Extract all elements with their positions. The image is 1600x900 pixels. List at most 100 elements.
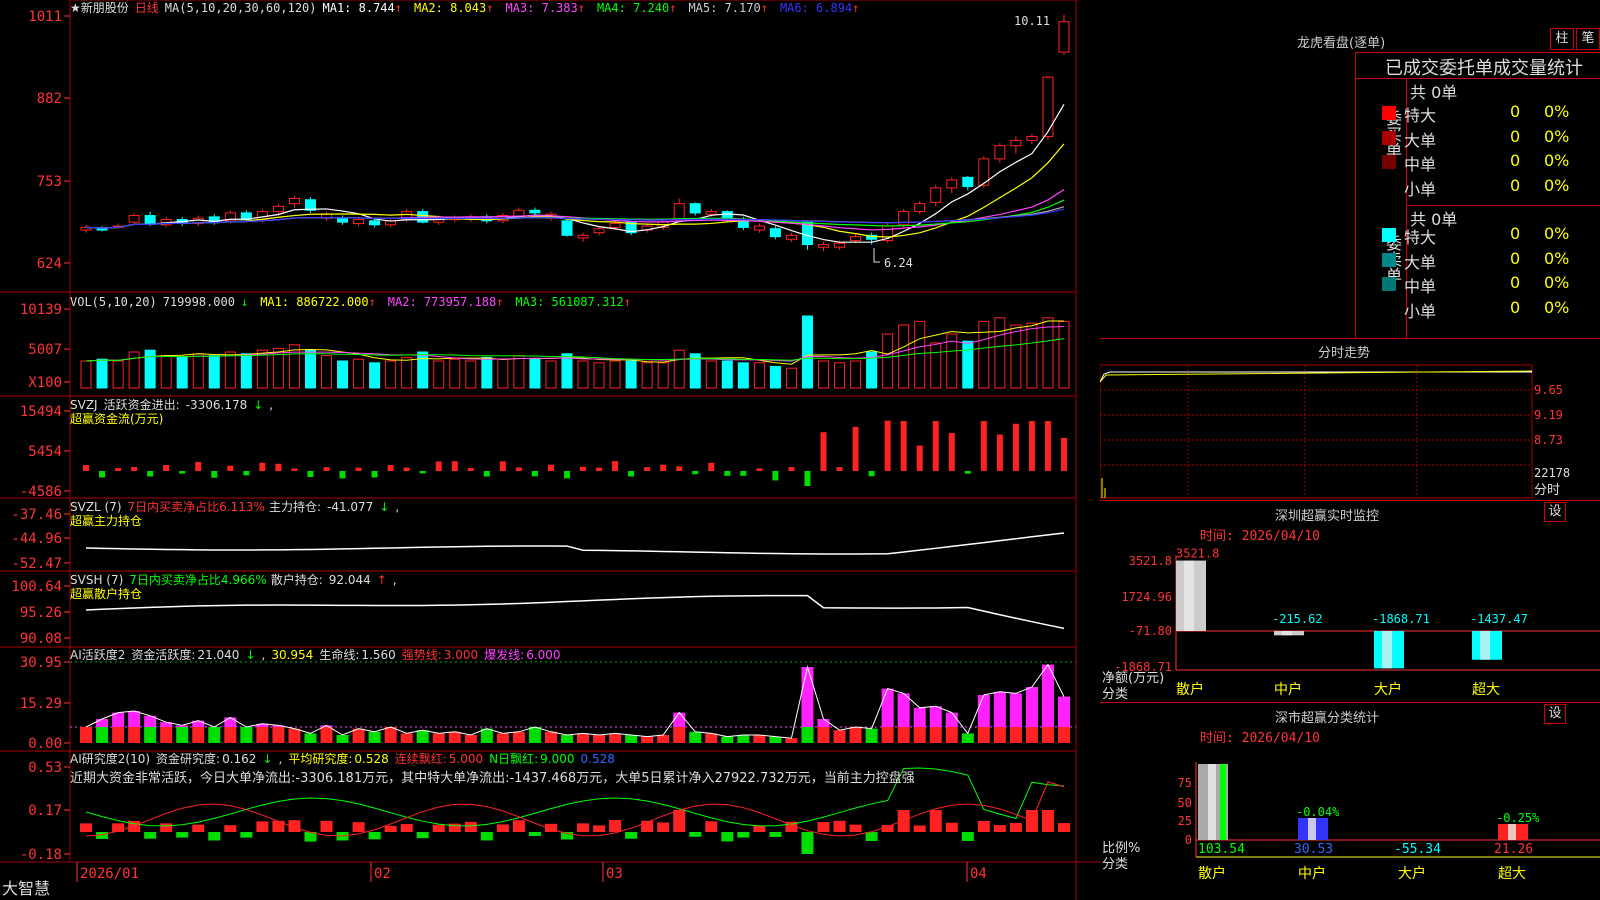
activity-bar-top [1009, 693, 1022, 727]
fund-flow-bar [99, 471, 106, 478]
research-bar [480, 832, 493, 841]
activity-bar-base [641, 736, 654, 743]
fund-flow-bar [387, 465, 394, 471]
svzj-value: -3306.178 ↓, [185, 398, 274, 412]
activity-bar-base [432, 733, 445, 743]
research-bar [721, 832, 734, 842]
research-bar [657, 822, 670, 832]
activity-bar-base [160, 727, 173, 743]
volume-bar [288, 344, 300, 389]
ai3-v1: 0.162 ↓, [222, 752, 283, 766]
volume-bar [914, 320, 926, 389]
volume-bar [321, 355, 332, 389]
research-bar [1041, 810, 1054, 832]
activity-bar-base [1041, 727, 1054, 743]
order-row: 特大 0 0% [1382, 102, 1600, 125]
bar-y-label: -71.80 [1129, 624, 1172, 638]
candle-body [818, 244, 829, 248]
order-pct: 0% [1544, 297, 1570, 317]
fund-flow-bar [644, 467, 651, 471]
activity-bar-base [304, 733, 317, 743]
order-type: 大单 [1404, 252, 1437, 272]
research-bar [208, 832, 221, 841]
activity-bar-base [625, 735, 638, 743]
fund-flow-bar [403, 467, 410, 471]
candle-body [272, 205, 284, 213]
research-bar [464, 821, 477, 832]
ai2-sub: 资金活跃度: [131, 648, 196, 662]
bar-category-label: 散户 [1176, 681, 1204, 698]
volume-bar [192, 353, 204, 389]
activity-bar-base [512, 731, 525, 743]
sz1-settings-button[interactable]: 设 [1544, 502, 1566, 522]
order-pct: 0% [1544, 175, 1570, 195]
activity-bar-top [673, 712, 686, 727]
order-count: 0 [1510, 151, 1521, 170]
vol-title: VOL(5,10,20) [70, 295, 157, 309]
brand-label: 大智慧 [2, 879, 51, 898]
order-type: 特大 [1404, 228, 1437, 247]
fund-flow-bar [515, 467, 522, 471]
ai2-title: AI活跃度2 [70, 648, 126, 662]
fund-flow-bar [1028, 421, 1035, 471]
order-type: 中单 [1404, 155, 1437, 174]
activity-bar-top [913, 707, 926, 727]
volume-bar [930, 342, 942, 389]
bar-pct-label: -0.04% [1296, 805, 1340, 819]
order-pct: 0% [1544, 151, 1570, 170]
divider [1355, 52, 1356, 338]
volume-bar [433, 360, 445, 389]
order-type: 中单 [1404, 277, 1437, 296]
volume-bar [304, 349, 316, 389]
y-tick-label: 30.95 [20, 655, 62, 671]
fund-flow-bar [596, 467, 603, 471]
activity-bar-base [272, 727, 285, 743]
stock-name: ★新朋股份 [70, 1, 129, 15]
ai2-l2: 强势线: [401, 648, 442, 662]
bar-pct-label: -0.25% [1496, 811, 1540, 825]
volume-bar [353, 358, 365, 389]
activity-bar-base [288, 728, 301, 743]
fund-flow-bar [660, 464, 667, 471]
bar-y-label: 0 [1185, 833, 1192, 847]
vol-value-number: 719998.000 [162, 295, 235, 309]
vol-header: VOL(5,10,20) 719998.000 ↓ MA1: 886722.000↑ M… [70, 295, 649, 309]
candle-body [673, 203, 685, 221]
candle-body [689, 203, 701, 214]
order-row: 特大 0 0% [1382, 224, 1600, 247]
activity-bar-base [112, 727, 125, 743]
y-tick-label: 10139 [20, 302, 62, 318]
fund-flow-bar [371, 471, 378, 478]
intraday-y-label: 8.73 [1534, 433, 1563, 447]
y-tick-label: 1011 [28, 9, 62, 25]
activity-bar-base [961, 733, 974, 743]
research-bar [320, 820, 333, 832]
fund-flow-bar [1044, 421, 1051, 471]
activity-bar-base [320, 727, 333, 743]
research-bar [833, 820, 846, 832]
candle-body [914, 203, 926, 213]
candle-body [1010, 139, 1022, 147]
svsh-sub: 散户持仓: [270, 573, 323, 587]
sz2-settings-button[interactable]: 设 [1544, 704, 1566, 724]
period-label[interactable]: 日线 [135, 1, 159, 15]
fund-flow-bar [483, 471, 490, 477]
fund-flow-bar [291, 468, 298, 471]
volume-bar [818, 360, 829, 389]
activity-bar-base [464, 735, 477, 743]
activity-bar-base [929, 727, 942, 743]
activity-bar-base [769, 736, 782, 743]
fund-flow-bar [884, 420, 891, 471]
ai3-l2: 连续飘红: [394, 752, 447, 766]
y-tick-label: 0.00 [28, 736, 62, 752]
sz1-bar-chart: 3521.8 1724.96 -71.80 -1868.71 3521.8 散户 -215.… [1102, 547, 1600, 702]
y-tick-label: -37.46 [11, 507, 62, 523]
ai2-v1-number: 21.040 [197, 648, 240, 662]
bar-mode-button[interactable]: 柱 [1550, 28, 1574, 50]
order-swatch [1382, 155, 1396, 169]
fund-flow-bar [563, 471, 570, 479]
tick-mode-button[interactable]: 笔 [1576, 28, 1600, 50]
intraday-chart[interactable]: 9.65 9.19 8.73 22178 分时 [1100, 360, 1600, 500]
fund-flow-bar [820, 432, 827, 471]
low-mark: 6.24 [884, 256, 913, 270]
